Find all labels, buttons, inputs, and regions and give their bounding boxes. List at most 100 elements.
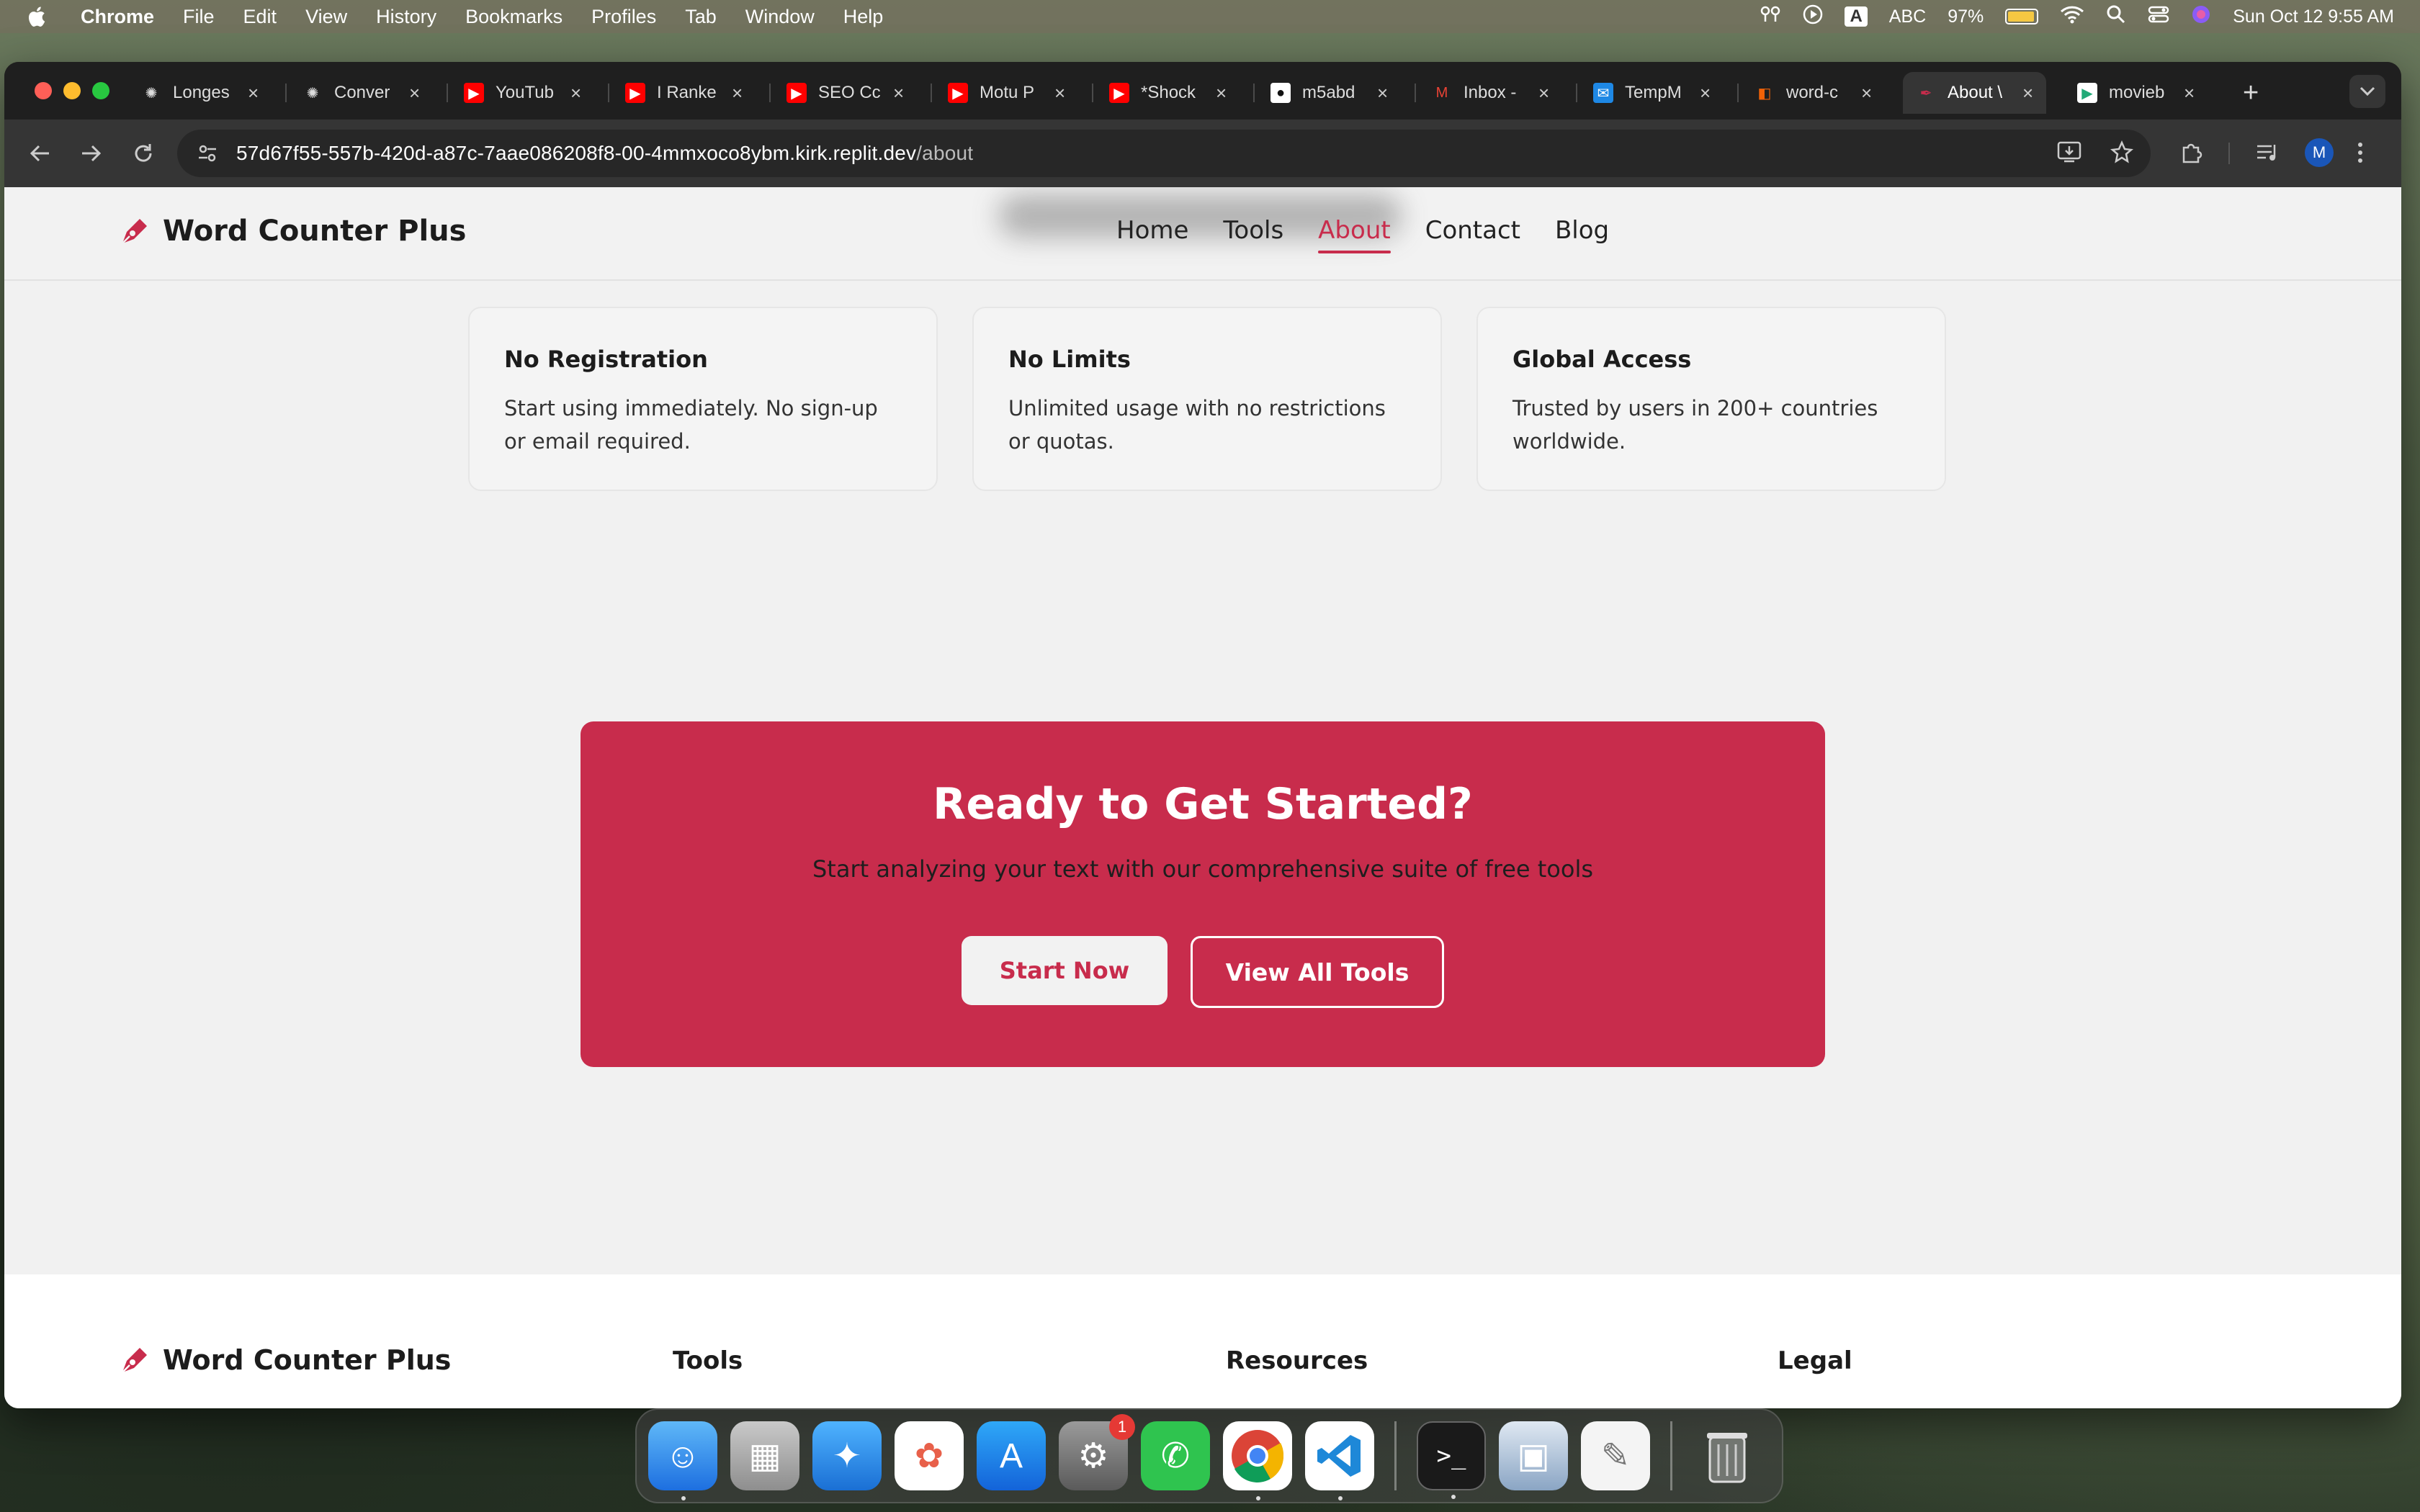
site-info-icon[interactable] — [193, 139, 222, 168]
browser-tab[interactable]: M Inbox - × — [1419, 72, 1562, 114]
browser-tab[interactable]: ✺ Longes × — [128, 72, 272, 114]
apple-icon[interactable] — [26, 4, 48, 29]
menu-bookmarks[interactable]: Bookmarks — [465, 6, 563, 28]
tab-separator — [608, 84, 609, 102]
preview-icon[interactable]: ▣ — [1499, 1421, 1568, 1490]
menu-file[interactable]: File — [183, 6, 215, 28]
bookmark-star-icon[interactable] — [2110, 140, 2133, 167]
close-tab-icon[interactable]: × — [1861, 82, 1872, 104]
close-tab-icon[interactable]: × — [248, 82, 259, 104]
chrome-menu-icon[interactable] — [2357, 132, 2364, 173]
view-all-tools-button[interactable]: View All Tools — [1191, 936, 1444, 1008]
browser-tab[interactable]: ✺ Conver × — [290, 72, 433, 114]
close-window-button[interactable] — [35, 82, 52, 99]
tab-separator — [769, 84, 771, 102]
forward-arrow-icon[interactable] — [73, 135, 109, 171]
url-text[interactable]: 57d67f55-557b-420d-a87c-7aae086208f8-00-… — [236, 142, 973, 165]
close-tab-icon[interactable]: × — [1216, 82, 1227, 104]
minimize-window-button[interactable] — [63, 82, 81, 99]
close-tab-icon[interactable]: × — [1538, 82, 1549, 104]
browser-tab[interactable]: ▶ YouTub × — [451, 72, 594, 114]
profile-avatar[interactable]: M — [2305, 132, 2334, 173]
close-tab-icon[interactable]: × — [893, 82, 904, 104]
start-now-button[interactable]: Start Now — [962, 936, 1168, 1005]
app-store-icon[interactable]: A — [977, 1421, 1046, 1490]
safari-icon[interactable]: ✦ — [812, 1421, 882, 1490]
close-tab-icon[interactable]: × — [2184, 82, 2195, 104]
footer-heading-tools: Tools — [673, 1346, 743, 1375]
browser-tab[interactable]: ✒ About \ × — [1903, 72, 2047, 114]
browser-toolbar: 57d67f55-557b-420d-a87c-7aae086208f8-00-… — [4, 120, 2401, 187]
browser-tab[interactable]: ◧ word-c × — [1742, 72, 1885, 114]
terminal-icon[interactable]: >_ — [1417, 1421, 1486, 1499]
address-bar[interactable]: 57d67f55-557b-420d-a87c-7aae086208f8-00-… — [177, 130, 2151, 177]
tab-title: About \ — [1948, 83, 2003, 102]
voice-control-icon[interactable] — [1760, 5, 1781, 29]
extensions-icon[interactable] — [2179, 132, 2204, 173]
close-tab-icon[interactable]: × — [1054, 82, 1065, 104]
new-tab-button[interactable]: + — [2243, 78, 2259, 109]
menu-view[interactable]: View — [305, 6, 347, 28]
finder-icon[interactable]: ☺ — [648, 1421, 717, 1500]
vscode-icon[interactable] — [1305, 1421, 1374, 1500]
chrome-icon[interactable] — [1223, 1421, 1292, 1500]
tab-search-chevron-icon[interactable] — [2349, 75, 2385, 108]
dock-divider — [1394, 1421, 1397, 1490]
close-tab-icon[interactable]: × — [1377, 82, 1388, 104]
tab-separator — [1737, 84, 1739, 102]
menu-profiles[interactable]: Profiles — [591, 6, 656, 28]
menu-tab[interactable]: Tab — [685, 6, 717, 28]
media-controls-icon[interactable] — [2256, 132, 2280, 173]
battery-percent: 97% — [1948, 6, 1984, 27]
brand-name: Word Counter Plus — [163, 215, 467, 248]
nav-contact[interactable]: Contact — [1425, 216, 1520, 252]
tab-title: Longes — [173, 83, 230, 102]
system-settings-icon[interactable]: ⚙ 1 — [1059, 1414, 1135, 1490]
close-tab-icon[interactable]: × — [2022, 82, 2033, 104]
input-source-badge[interactable]: A — [1845, 6, 1868, 27]
menu-window[interactable]: Window — [745, 6, 815, 28]
menubar-clock[interactable]: Sun Oct 12 9:55 AM — [2233, 6, 2394, 27]
launchpad-icon[interactable]: ▦ — [730, 1421, 799, 1490]
close-tab-icon[interactable]: × — [732, 82, 743, 104]
install-app-icon[interactable] — [2057, 140, 2081, 167]
browser-tab[interactable]: ✉ TempM × — [1580, 72, 1724, 114]
zoom-window-button[interactable] — [92, 82, 109, 99]
photos-icon[interactable]: ✿ — [895, 1421, 964, 1490]
gmail-icon: M — [1435, 84, 1448, 101]
nav-about[interactable]: About — [1318, 216, 1391, 253]
menu-app-name[interactable]: Chrome — [81, 6, 154, 28]
menu-edit[interactable]: Edit — [243, 6, 277, 28]
trash-icon[interactable] — [1693, 1421, 1762, 1490]
close-tab-icon[interactable]: × — [570, 82, 581, 104]
browser-tab[interactable]: ▶ *Shock × — [1096, 72, 1240, 114]
wifi-icon[interactable] — [2060, 5, 2084, 29]
close-tab-icon[interactable]: × — [409, 82, 420, 104]
site-brand[interactable]: Word Counter Plus — [118, 215, 466, 248]
footer-brand[interactable]: Word Counter Plus — [118, 1344, 451, 1377]
browser-tab[interactable]: ▶ movieb × — [2064, 72, 2208, 114]
textedit-icon[interactable]: ✎ — [1581, 1421, 1650, 1490]
browser-tab[interactable]: ▶ SEO Cc × — [774, 72, 917, 114]
card-text: Start using immediately. No sign-up or e… — [504, 396, 878, 454]
back-arrow-icon[interactable] — [22, 135, 58, 171]
play-icon[interactable] — [1803, 4, 1823, 30]
toolbar-divider — [2228, 143, 2230, 164]
menu-help[interactable]: Help — [843, 6, 884, 28]
reload-icon[interactable] — [125, 135, 161, 171]
nav-tools[interactable]: Tools — [1223, 216, 1283, 252]
menu-history[interactable]: History — [376, 6, 436, 28]
nav-blog[interactable]: Blog — [1555, 216, 1609, 252]
whatsapp-icon[interactable]: ✆ — [1141, 1421, 1210, 1490]
tab-title: Conver — [334, 83, 390, 102]
battery-icon[interactable] — [2005, 9, 2039, 24]
control-center-icon[interactable] — [2148, 5, 2169, 29]
browser-tab[interactable]: ▶ I Ranke × — [612, 72, 756, 114]
browser-tab[interactable]: ● m5abd × — [1258, 72, 1401, 114]
siri-icon[interactable] — [2191, 4, 2211, 30]
nav-home[interactable]: Home — [1116, 216, 1188, 252]
tab-title: Motu P — [980, 83, 1035, 102]
browser-tab[interactable]: ▶ Motu P × — [935, 72, 1078, 114]
spotlight-search-icon[interactable] — [2106, 4, 2126, 30]
close-tab-icon[interactable]: × — [1700, 82, 1711, 104]
